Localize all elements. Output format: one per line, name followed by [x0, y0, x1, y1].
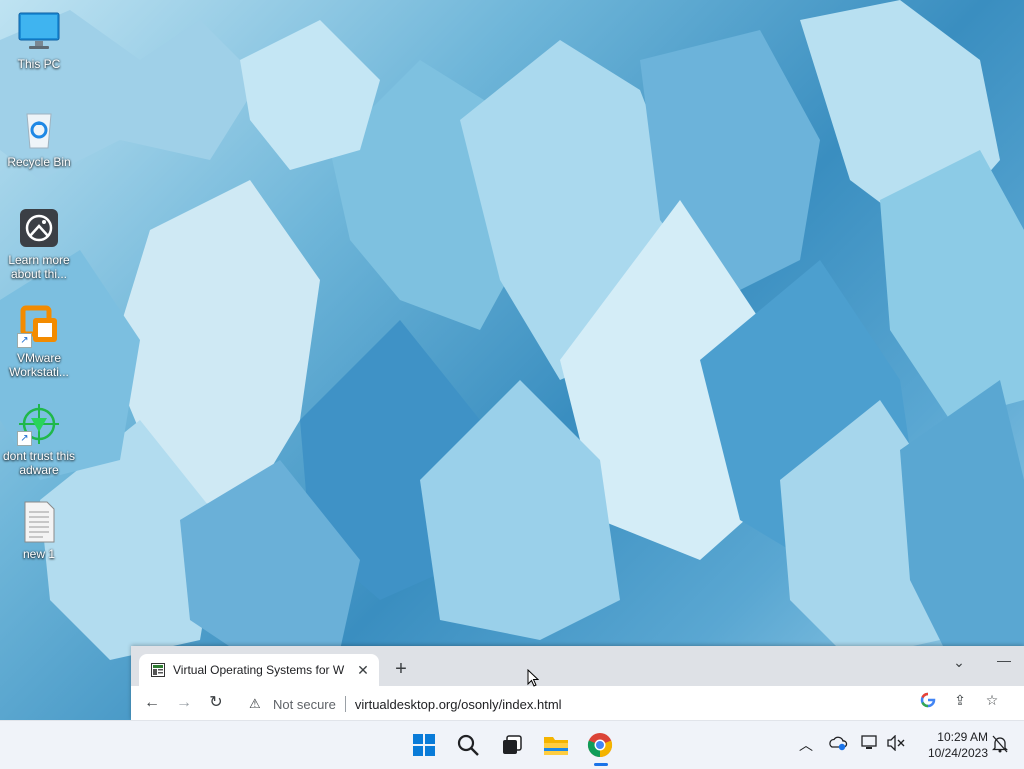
- bookmark-star-icon[interactable]: ☆: [981, 692, 1003, 712]
- desktop-icon-this-pc[interactable]: This PC: [0, 10, 78, 71]
- text-file-icon: [17, 500, 61, 544]
- tab-title: Virtual Operating Systems for W: [173, 663, 345, 677]
- desktop-icon-label: VMware Workstati...: [9, 351, 69, 379]
- url-text[interactable]: virtualdesktop.org/osonly/index.html: [355, 697, 562, 712]
- taskbar: ︿ 10:29 AM 10/24/2023: [0, 720, 1024, 769]
- shortcut-arrow-icon: ↗: [17, 431, 32, 446]
- browser-tab[interactable]: Virtual Operating Systems for W ✕: [139, 654, 379, 686]
- desktop-icon-learn-more[interactable]: Learn more about thi...: [0, 206, 78, 281]
- desktop-icon-new-1[interactable]: new 1: [0, 500, 78, 561]
- desktop-icon-label: dont trust this adware: [2, 449, 76, 477]
- clock-time: 10:29 AM: [937, 730, 988, 744]
- browser-window: Virtual Operating Systems for W ✕ + ⌄ — …: [131, 646, 1024, 720]
- target-icon: ↗: [17, 402, 61, 446]
- active-app-indicator: [594, 763, 608, 766]
- recycle-bin-icon: [17, 108, 61, 152]
- browser-toolbar: ← → ↻ ⚠ Not secure virtualdesktop.org/os…: [131, 686, 1024, 720]
- desktop-icon-label: new 1: [22, 547, 56, 561]
- desktop-icon-adware[interactable]: ↗ dont trust this adware: [0, 402, 78, 477]
- site-favicon-icon: [151, 663, 165, 677]
- search-icon[interactable]: [452, 729, 484, 761]
- network-icon[interactable]: [860, 735, 880, 755]
- warning-icon[interactable]: ⚠: [249, 696, 265, 712]
- this-pc-icon: [17, 10, 61, 54]
- system-clock[interactable]: 10:29 AM 10/24/2023: [918, 729, 988, 761]
- forward-button[interactable]: →: [173, 692, 195, 714]
- back-button[interactable]: ←: [141, 692, 163, 714]
- shortcut-arrow-icon: ↗: [17, 333, 32, 348]
- volume-muted-icon[interactable]: [886, 734, 906, 755]
- onedrive-icon[interactable]: [828, 735, 848, 755]
- tab-strip: Virtual Operating Systems for W ✕ + ⌄ —: [131, 646, 1024, 686]
- address-bar[interactable]: ⚠ Not secure virtualdesktop.org/osonly/i…: [239, 690, 1011, 718]
- desktop-icon-label: This PC: [17, 57, 61, 71]
- omnibox-divider: [344, 696, 346, 712]
- mouse-cursor-icon: [527, 669, 539, 687]
- close-tab-icon[interactable]: ✕: [355, 662, 371, 678]
- task-view-icon[interactable]: [496, 729, 528, 761]
- tab-search-chevron-icon[interactable]: ⌄: [949, 654, 969, 674]
- file-explorer-icon[interactable]: [540, 729, 572, 761]
- security-status[interactable]: Not secure: [273, 697, 336, 712]
- share-icon[interactable]: ⇪: [949, 692, 971, 712]
- desktop-icon-vmware[interactable]: ↗ VMware Workstati...: [0, 304, 78, 379]
- minimize-window-button[interactable]: —: [993, 652, 1015, 672]
- chrome-icon[interactable]: [584, 729, 616, 761]
- vmware-icon: ↗: [17, 304, 61, 348]
- chevron-up-icon[interactable]: ︿: [796, 735, 816, 755]
- desktop-icon-label: Recycle Bin: [7, 155, 71, 169]
- learn-more-icon: [17, 206, 61, 250]
- desktop-icon-label: Learn more about thi...: [8, 253, 70, 281]
- new-tab-button[interactable]: +: [389, 658, 413, 682]
- google-translate-icon[interactable]: [917, 692, 939, 712]
- desktop-icon-recycle-bin[interactable]: Recycle Bin: [0, 108, 78, 169]
- reload-button[interactable]: ↻: [205, 692, 227, 714]
- notification-icon[interactable]: [990, 735, 1010, 755]
- windows-start-icon[interactable]: [408, 729, 440, 761]
- clock-date: 10/24/2023: [927, 746, 988, 760]
